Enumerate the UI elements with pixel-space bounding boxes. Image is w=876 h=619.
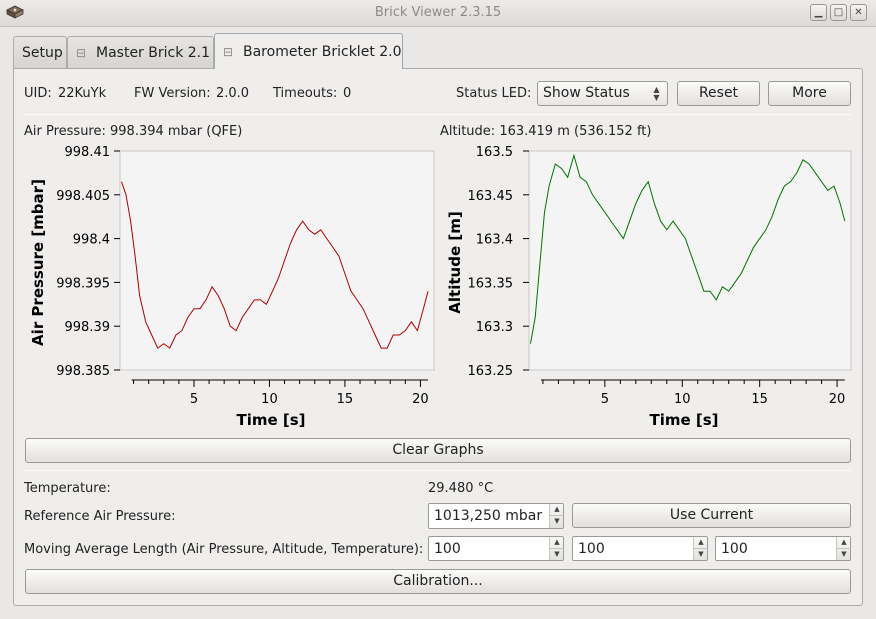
temperature-label: Temperature:	[24, 481, 111, 496]
y-tick-label: 163.4	[476, 233, 513, 248]
divider	[24, 470, 851, 471]
moving-average-temperature-spinbox[interactable]: 100 ▲ ▼	[715, 536, 851, 561]
spin-down-icon[interactable]: ▼	[550, 516, 564, 528]
tab-label: Barometer Bricklet 2.0	[243, 44, 402, 60]
spin-down-icon[interactable]: ▼	[550, 549, 564, 561]
spinbox-value: 1013,250 mbar	[434, 508, 543, 524]
plot-area	[528, 150, 852, 371]
y-tick-label: 998.385	[56, 364, 110, 379]
x-tick-label: 10	[261, 392, 278, 407]
y-tick-label: 163.35	[468, 276, 514, 291]
moving-average-altitude-spinbox[interactable]: 100 ▲ ▼	[572, 536, 708, 561]
spin-up-icon[interactable]: ▲	[550, 504, 564, 516]
y-tick-label: 998.405	[56, 189, 110, 204]
spin-up-icon[interactable]: ▲	[550, 537, 564, 549]
tab-barometer-bricklet[interactable]: ⊟ Barometer Bricklet 2.0	[214, 33, 403, 69]
reference-air-pressure-label: Reference Air Pressure:	[24, 509, 176, 524]
x-axis-title: Time [s]	[236, 411, 305, 429]
x-tick-label: 15	[751, 392, 768, 407]
x-tick-label: 5	[601, 392, 609, 407]
charts: 998.41 998.405 998.4 998.395 998.39 998.385 5 1…	[29, 145, 852, 429]
moving-average-air-pressure-spinbox[interactable]: 100 ▲ ▼	[428, 536, 564, 561]
use-current-button[interactable]: Use Current	[572, 503, 851, 528]
reference-air-pressure-spinbox[interactable]: 1013,250 mbar ▲ ▼	[428, 503, 564, 529]
undock-icon: ⊟	[223, 45, 234, 59]
plot-area	[119, 150, 435, 371]
y-axis-title: Air Pressure [mbar]	[29, 179, 47, 346]
x-axis-title: Time [s]	[649, 411, 718, 429]
calibration-button[interactable]: Calibration...	[25, 569, 851, 594]
x-tick-label: 5	[190, 392, 198, 407]
x-tick-label: 10	[674, 392, 691, 407]
temperature-value: 29.480 °C	[428, 481, 494, 496]
y-tick-label: 998.395	[56, 276, 110, 291]
y-tick-label: 163.3	[476, 320, 513, 335]
y-tick-label: 163.5	[476, 145, 513, 160]
y-tick-label: 998.4	[73, 233, 110, 248]
clear-graphs-button[interactable]: Clear Graphs	[25, 438, 851, 463]
spin-up-icon[interactable]: ▲	[694, 537, 708, 549]
spinbox-value: 100	[578, 541, 605, 557]
y-tick-label: 163.45	[468, 189, 514, 204]
spin-down-icon[interactable]: ▼	[837, 549, 851, 561]
spinbox-value: 100	[721, 541, 748, 557]
y-tick-label: 998.39	[65, 320, 111, 335]
spinbox-value: 100	[434, 541, 461, 557]
x-tick-label: 20	[412, 392, 429, 407]
spin-down-icon[interactable]: ▼	[694, 549, 708, 561]
y-tick-label: 163.25	[468, 364, 514, 379]
spin-up-icon[interactable]: ▲	[837, 537, 851, 549]
y-tick-label: 998.41	[65, 145, 111, 160]
moving-average-label: Moving Average Length (Air Pressure, Alt…	[24, 542, 424, 557]
x-tick-label: 15	[337, 392, 354, 407]
y-axis-title: Altitude [m]	[446, 211, 464, 313]
x-tick-label: 20	[829, 392, 846, 407]
